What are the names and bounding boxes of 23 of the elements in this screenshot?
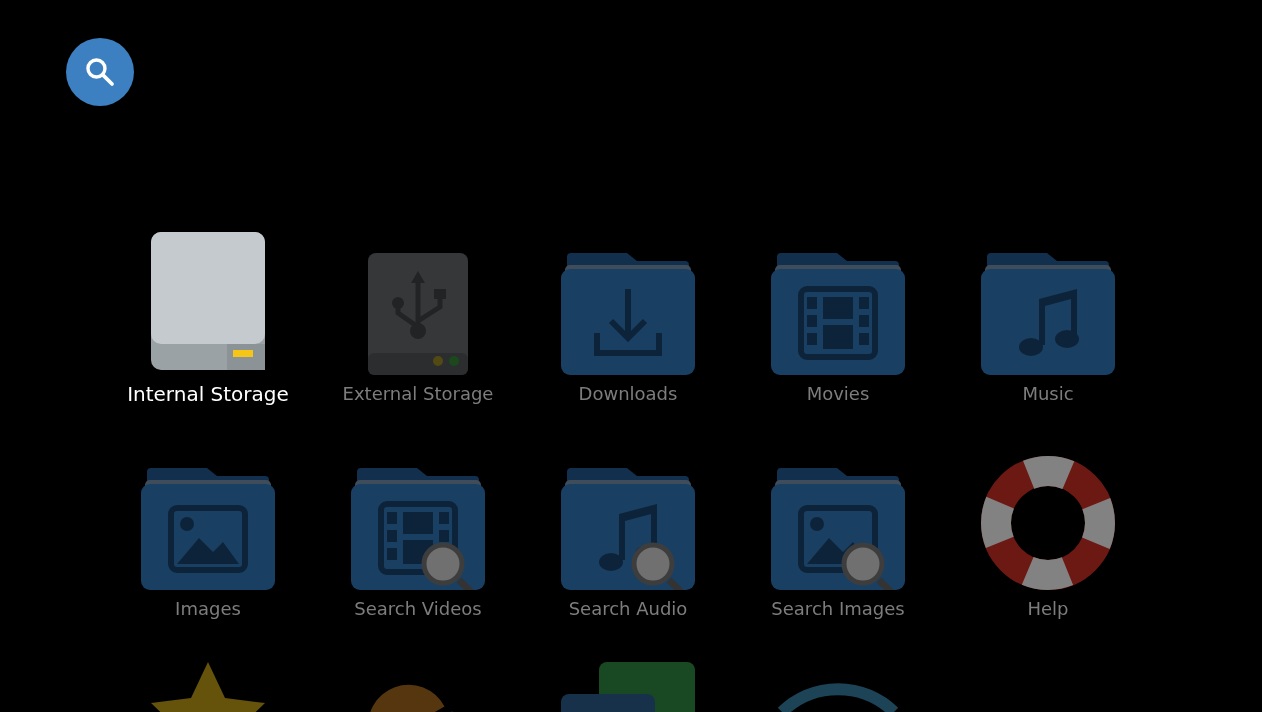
shortcut-tile[interactable]: Music [943,232,1153,432]
shortcut-tile[interactable]: Internal Storage [103,232,313,432]
film-search-icon [351,468,485,590]
music-folder-icon [981,253,1115,375]
shortcut-tile[interactable]: Images [103,447,313,647]
star-icon [151,662,265,712]
lifebuoy-icon [981,456,1115,590]
shortcut-tile[interactable]: External Storage [313,232,523,432]
image-search-icon [771,468,905,590]
usb-drive-icon [368,253,468,375]
shortcut-tile[interactable]: Downloads [523,232,733,432]
music-search-icon [561,468,695,590]
download-folder-icon [561,253,695,375]
film-folder-icon [771,253,905,375]
search-icon [83,55,117,89]
shortcut-tile[interactable]: Help [943,447,1153,647]
shortcut-tile[interactable]: Search Images [733,447,943,647]
stacked-cards-icon [561,662,695,712]
image-folder-icon [141,468,275,590]
shortcut-tile[interactable]: Movies [733,232,943,432]
drive-icon [151,232,265,370]
shortcut-tile[interactable]: Search Videos [313,447,523,647]
shortcut-tile[interactable]: Search Audio [523,447,733,647]
